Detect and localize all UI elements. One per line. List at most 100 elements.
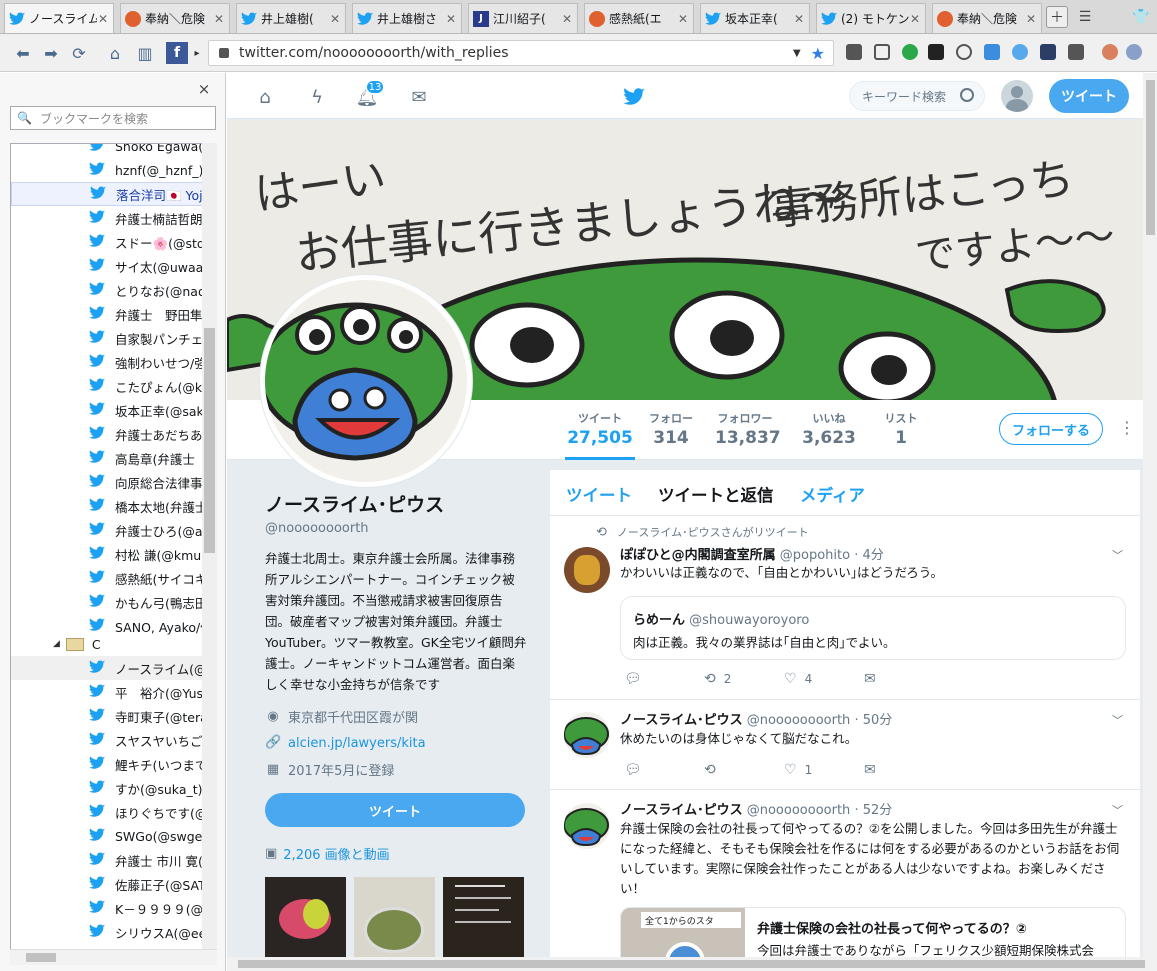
- shirt-icon[interactable]: 👕: [1130, 6, 1152, 28]
- library-icon[interactable]: ▥: [134, 42, 156, 64]
- tweet-time[interactable]: · 50分: [854, 713, 892, 728]
- browser-tab-4[interactable]: 井上雄樹さ ✕: [352, 3, 462, 33]
- bookmark-search-input[interactable]: 🔍 ブックマークを検索: [10, 106, 216, 130]
- extension-icon[interactable]: [1012, 44, 1028, 60]
- stat-likes[interactable]: いいね 3,623: [799, 410, 859, 460]
- browser-tab-1[interactable]: ノースライム ✕: [4, 3, 114, 33]
- bookmark-item[interactable]: 弁護士 野田隼: [11, 302, 203, 326]
- close-icon[interactable]: ✕: [97, 12, 109, 26]
- like-button[interactable]: ♡ 4: [784, 670, 864, 688]
- search-icon[interactable]: [960, 88, 974, 102]
- url-icon[interactable]: [928, 44, 944, 60]
- reply-button[interactable]: 💬︎: [624, 761, 704, 779]
- like-button[interactable]: ♡ 1: [784, 761, 864, 779]
- bookmark-item[interactable]: ノースライム(@n: [11, 656, 203, 680]
- bookmark-item[interactable]: とりなお(@naot: [11, 278, 203, 302]
- browser-tab-5[interactable]: J 江川紹子( ✕: [468, 3, 578, 33]
- bookmark-folder[interactable]: ◢ C: [53, 632, 101, 656]
- close-icon[interactable]: ✕: [561, 12, 573, 26]
- tab-tweets-replies[interactable]: ツイートと返信: [658, 482, 774, 506]
- retweet-button[interactable]: ⟲: [704, 761, 784, 779]
- bookmark-item[interactable]: 橋本太地(弁護士: [11, 494, 203, 518]
- tweet-avatar[interactable]: [564, 712, 610, 758]
- bookmark-item[interactable]: 感熱紙(サイコキ: [11, 566, 203, 590]
- close-icon[interactable]: ✕: [329, 12, 341, 26]
- settings-gear-icon[interactable]: [1126, 44, 1142, 60]
- bookmark-item[interactable]: かもん弓(鴨志田: [11, 590, 203, 614]
- chevron-down-icon[interactable]: ﹀: [1112, 712, 1123, 728]
- bookmark-item[interactable]: 鯉キチ(いつまで: [11, 752, 203, 776]
- tweet-author-name[interactable]: ノースライム･ピウス: [620, 713, 743, 728]
- new-tab-button[interactable]: ＋: [1046, 6, 1068, 28]
- sidebar-scrollbar-thumb[interactable]: [204, 328, 215, 553]
- dropdown-arrow-icon[interactable]: ▼: [793, 48, 801, 59]
- tab-list-icon[interactable]: ☰: [1074, 6, 1096, 28]
- link-card[interactable]: 全て1からのスタ 弁護士保険の会社の社長って何やってるの？② 今回は弁護士であり…: [620, 907, 1126, 957]
- browser-tab-9[interactable]: 奉納＼危険 ✕: [932, 3, 1042, 33]
- close-icon[interactable]: ×: [196, 81, 212, 97]
- browser-tab-8[interactable]: (2) モトケン ✕: [816, 3, 926, 33]
- tweet-author-name[interactable]: ぽぽひと@内閣調査室所属: [620, 548, 776, 563]
- media-thumbnail[interactable]: [265, 877, 346, 957]
- chevron-down-icon[interactable]: ﹀: [1112, 802, 1123, 818]
- stat-following[interactable]: フォロー 314: [641, 410, 701, 460]
- bookmark-item[interactable]: Shoko Egawa(@: [11, 144, 203, 158]
- sidebar-horizontal-scrollbar[interactable]: [10, 949, 217, 965]
- page-horizontal-scrollbar-thumb[interactable]: [238, 960, 1145, 968]
- bookmark-item[interactable]: 弁護士 市川 寛(: [11, 848, 203, 872]
- stat-tweets[interactable]: ツイート 27,505: [565, 410, 635, 460]
- tweet-avatar[interactable]: [564, 547, 610, 593]
- tweet-author-handle[interactable]: @popohito: [780, 548, 850, 563]
- close-icon[interactable]: ✕: [213, 12, 225, 26]
- bookmark-item[interactable]: 落合洋司🇯🇵 Yoji: [11, 182, 203, 206]
- tweet-author-name[interactable]: ノースライム･ピウス: [620, 803, 743, 818]
- bookmark-item[interactable]: シリウスA(@eey: [11, 920, 203, 944]
- avatar[interactable]: [1001, 80, 1033, 112]
- close-icon[interactable]: ✕: [1025, 12, 1037, 26]
- profile-avatar[interactable]: [260, 275, 472, 487]
- browser-tab-3[interactable]: 井上雄樹( ✕: [236, 3, 346, 33]
- tab-media[interactable]: メディア: [800, 482, 865, 506]
- tweet-button[interactable]: ツイート: [1049, 79, 1129, 113]
- tweet-time[interactable]: · 52分: [854, 803, 892, 818]
- facebook-icon[interactable]: f: [166, 42, 188, 64]
- photos-videos-link[interactable]: ▣ 2,206 画像と動画: [265, 844, 527, 863]
- profile-icon[interactable]: [1102, 44, 1118, 60]
- evernote-icon[interactable]: [902, 44, 918, 60]
- forward-arrow-icon[interactable]: ➡: [40, 42, 62, 64]
- tab-tweets[interactable]: ツイート: [566, 482, 632, 506]
- close-icon[interactable]: ✕: [445, 12, 457, 26]
- bookmark-item[interactable]: スドー🌸(@stda: [11, 230, 203, 254]
- bookmark-item[interactable]: スヤスヤいちご(: [11, 728, 203, 752]
- overflow-chevron-icon[interactable]: ▸: [192, 42, 202, 64]
- follow-button[interactable]: フォローする: [999, 413, 1103, 445]
- bookmark-item[interactable]: hznf(@_hznf_): [11, 158, 203, 182]
- bookmark-item[interactable]: 村松 謙(@kmur: [11, 542, 203, 566]
- profile-name[interactable]: ノースライム･ピウス: [265, 490, 527, 517]
- crosshair-icon[interactable]: [956, 44, 972, 60]
- reader-icon[interactable]: [846, 44, 862, 60]
- bookmark-item[interactable]: 弁護士ひろ(@ac: [11, 518, 203, 542]
- bookmark-item[interactable]: 向原総合法律事: [11, 470, 203, 494]
- bookmark-item[interactable]: 自家製パンチェッ: [11, 326, 203, 350]
- close-icon[interactable]: ✕: [793, 12, 805, 26]
- close-icon[interactable]: ✕: [909, 12, 921, 26]
- tool-icon[interactable]: [1040, 44, 1056, 60]
- dm-button[interactable]: ✉: [864, 670, 944, 688]
- quoted-tweet[interactable]: らめーん @shouwayoroyoro 肉は正義。我々の業界誌は｢自由と肉｣で…: [620, 596, 1126, 660]
- profile-url[interactable]: alcien.jp/lawyers/kita: [288, 736, 426, 751]
- more-options-icon[interactable]: ⋮: [1119, 418, 1135, 440]
- media-thumbnail[interactable]: [443, 877, 524, 957]
- bookmark-item[interactable]: サイ太(@uwaaa: [11, 254, 203, 278]
- bookmark-item[interactable]: すか(@suka_t): [11, 776, 203, 800]
- moments-icon[interactable]: ϟ: [305, 85, 329, 109]
- home-icon[interactable]: ⌂: [253, 85, 277, 109]
- bookmark-icon[interactable]: [874, 44, 890, 60]
- bookmark-item[interactable]: SANO, Ayako/佐: [11, 614, 203, 638]
- tweet-avatar[interactable]: [564, 803, 610, 849]
- screenshot-icon[interactable]: [1068, 44, 1084, 60]
- tweet-time[interactable]: · 4分: [854, 548, 884, 563]
- browser-tab-2[interactable]: 奉納＼危険 ✕: [120, 3, 230, 33]
- stat-followers[interactable]: フォロワー 13,837: [715, 410, 781, 460]
- bookmark-item[interactable]: 高島章(弁護士: [11, 446, 203, 470]
